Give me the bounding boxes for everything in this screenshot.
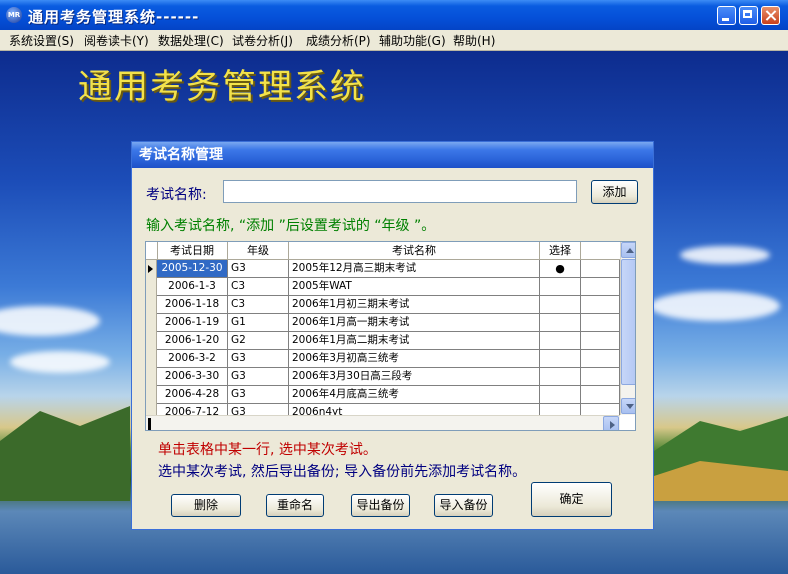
column-header-grade[interactable]: 年级	[228, 242, 289, 260]
arrow-right-icon	[610, 421, 615, 429]
add-hint: 输入考试名称, “添加 ”后设置考试的 “年级 ”。	[146, 218, 436, 234]
arrow-up-icon	[626, 248, 634, 253]
banner-title: 通用考务管理系统	[78, 67, 366, 107]
cell-empty[interactable]	[581, 314, 620, 332]
cell-exam-name[interactable]: 2006年1月初三期末考试	[289, 296, 540, 314]
cell-select[interactable]	[540, 386, 581, 404]
close-button[interactable]	[761, 6, 780, 25]
cell-empty[interactable]	[581, 260, 620, 278]
cell-grade[interactable]: G2	[228, 332, 289, 350]
current-row-arrow-icon	[148, 265, 153, 273]
cloud	[10, 351, 110, 373]
menu-help[interactable]: 帮助(H)	[453, 32, 495, 49]
exam-name-input[interactable]	[223, 180, 577, 203]
scroll-right-button[interactable]	[603, 416, 619, 430]
window-title-bar: MR 通用考务管理系统------	[0, 0, 788, 30]
cell-empty[interactable]	[581, 296, 620, 314]
horizontal-scrollbar[interactable]	[146, 415, 620, 430]
cell-exam-name[interactable]: 2006年1月高二期末考试	[289, 332, 540, 350]
column-header-empty	[581, 242, 620, 260]
cell-date[interactable]: 2006-3-30	[157, 368, 228, 386]
cell-exam-name[interactable]: 2006年3月初高三统考	[289, 350, 540, 368]
cell-date[interactable]: 2006-1-20	[157, 332, 228, 350]
menu-bar: 系统设置(S) 阅卷读卡(Y) 数据处理(C) 试卷分析(J) 成绩分析(P) …	[0, 30, 788, 51]
cell-exam-name[interactable]: 2005年WAT	[289, 278, 540, 296]
scroll-down-button[interactable]	[621, 398, 635, 414]
cell-grade[interactable]: C3	[228, 278, 289, 296]
cloud	[680, 246, 770, 264]
cell-select[interactable]	[540, 350, 581, 368]
cell-date[interactable]: 2006-1-18	[157, 296, 228, 314]
select-hint: 单击表格中某一行, 选中某次考试。	[158, 442, 377, 458]
cloud	[0, 306, 100, 336]
cell-date[interactable]: 2006-1-3	[157, 278, 228, 296]
cell-date[interactable]: 2006-3-2	[157, 350, 228, 368]
cell-grade[interactable]: G3	[228, 260, 289, 278]
menu-data-processing[interactable]: 数据处理(C)	[158, 32, 224, 49]
import-backup-button[interactable]: 导入备份	[434, 494, 493, 517]
cell-exam-name[interactable]: 2006年4月底高三统考	[289, 386, 540, 404]
column-header-date[interactable]: 考试日期	[157, 242, 228, 260]
menu-auxiliary[interactable]: 辅助功能(G)	[379, 32, 446, 49]
arrow-down-icon	[626, 404, 634, 409]
cell-select[interactable]	[540, 278, 581, 296]
menu-score-analysis[interactable]: 成绩分析(P)	[306, 32, 371, 49]
cell-exam-name[interactable]: 2006年3月30日高三段考	[289, 368, 540, 386]
cell-date[interactable]: 2005-12-30	[157, 260, 228, 278]
export-backup-button[interactable]: 导出备份	[351, 494, 410, 517]
cell-select[interactable]	[540, 368, 581, 386]
vertical-scrollbar[interactable]	[620, 242, 635, 415]
cloud	[650, 291, 780, 321]
delete-button[interactable]: 删除	[171, 494, 241, 517]
maximize-button[interactable]	[739, 6, 758, 25]
cell-empty[interactable]	[581, 350, 620, 368]
cell-exam-name[interactable]: 2006年1月高一期末考试	[289, 314, 540, 332]
cell-grade[interactable]: C3	[228, 296, 289, 314]
exam-table[interactable]: 考试日期 年级 考试名称 选择 2005-12-30 G3 2005年12月高三期末…	[145, 241, 636, 431]
cell-grade[interactable]: G3	[228, 386, 289, 404]
minimize-button[interactable]	[717, 6, 736, 25]
window-title: 通用考务管理系统------	[28, 8, 200, 26]
cell-empty[interactable]	[581, 368, 620, 386]
add-button[interactable]: 添加	[591, 180, 638, 204]
horizontal-scroll-thumb[interactable]	[148, 418, 151, 430]
cell-select[interactable]	[540, 314, 581, 332]
ok-button[interactable]: 确定	[531, 482, 612, 517]
cell-date[interactable]: 2006-4-28	[157, 386, 228, 404]
cell-grade[interactable]: G3	[228, 368, 289, 386]
cell-date[interactable]: 2006-1-19	[157, 314, 228, 332]
cell-empty[interactable]	[581, 278, 620, 296]
menu-marking[interactable]: 阅卷读卡(Y)	[84, 32, 149, 49]
column-header-select[interactable]: 选择	[540, 242, 581, 260]
column-header-name[interactable]: 考试名称	[289, 242, 540, 260]
exam-name-dialog: 考试名称管理 考试名称: 添加 输入考试名称, “添加 ”后设置考试的 “年级 …	[131, 141, 654, 530]
cell-select[interactable]	[540, 296, 581, 314]
exam-name-label: 考试名称:	[146, 187, 207, 203]
cell-empty[interactable]	[581, 332, 620, 350]
menu-system-settings[interactable]: 系统设置(S)	[9, 32, 74, 49]
cell-exam-name[interactable]: 2005年12月高三期末考试	[289, 260, 540, 278]
cell-grade[interactable]: G1	[228, 314, 289, 332]
dialog-title: 考试名称管理	[132, 142, 653, 168]
cell-empty[interactable]	[581, 386, 620, 404]
row-indicator-column	[146, 260, 157, 415]
vertical-scroll-thumb[interactable]	[621, 259, 635, 385]
cell-grade[interactable]: G3	[228, 350, 289, 368]
rename-button[interactable]: 重命名	[266, 494, 324, 517]
cell-select[interactable]	[540, 332, 581, 350]
app-icon: MR	[6, 7, 22, 23]
scroll-up-button[interactable]	[621, 242, 635, 258]
cell-select[interactable]: ●	[540, 260, 581, 278]
backup-hint: 选中某次考试, 然后导出备份; 导入备份前先添加考试名称。	[158, 464, 527, 480]
menu-paper-analysis[interactable]: 试卷分析(J)	[232, 32, 293, 49]
